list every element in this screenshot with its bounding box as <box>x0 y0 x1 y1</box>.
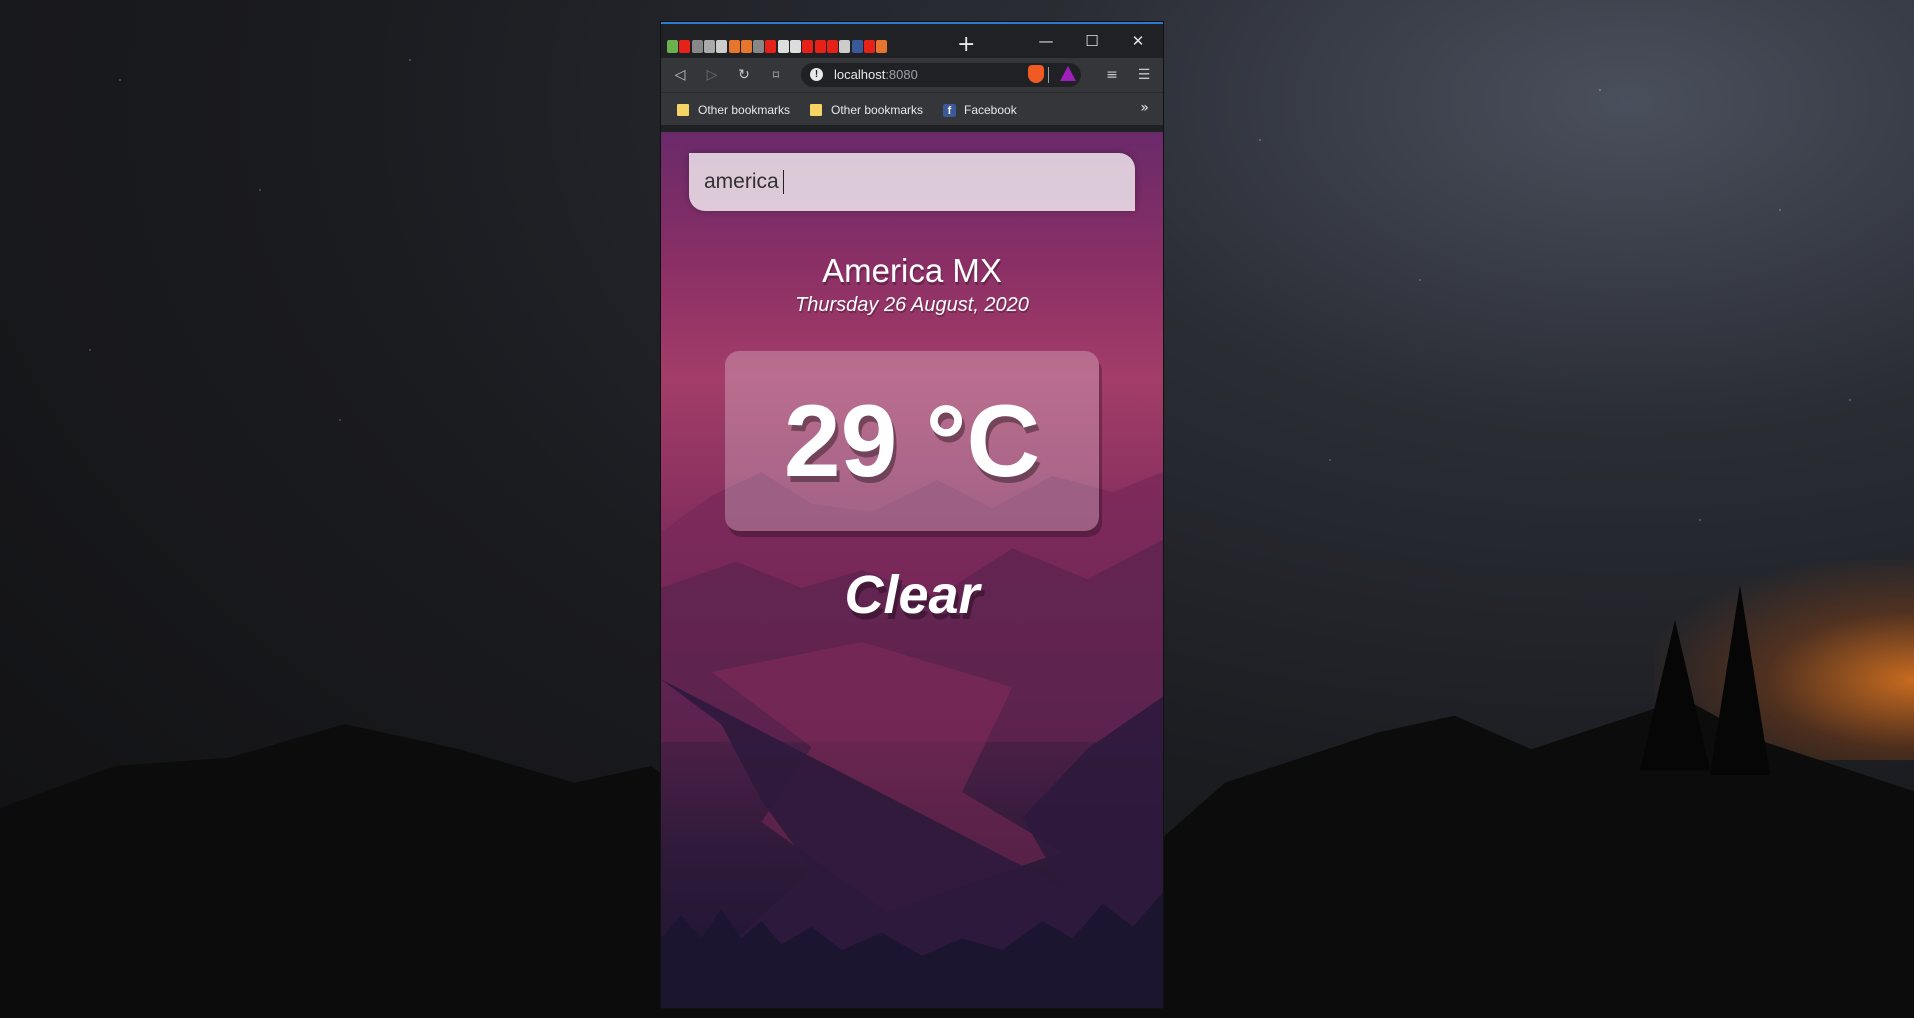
url-host: localhost <box>834 67 886 82</box>
reload-icon[interactable]: ↻ <box>733 64 755 86</box>
date-text: Thursday 26 August, 2020 <box>795 294 1029 316</box>
omnibox-divider <box>1048 67 1049 83</box>
location-title: America MX <box>822 252 1002 289</box>
tab-favicon-icon[interactable] <box>851 40 863 53</box>
bookmarks-overflow-button[interactable]: » <box>1140 100 1149 116</box>
new-tab-button[interactable]: + <box>957 34 975 56</box>
tab-favicon-icon[interactable] <box>691 40 703 53</box>
temperature-card: 29 °C <box>725 351 1099 531</box>
menu-icon[interactable]: ☰ <box>1133 64 1155 86</box>
browser-toolbar: ◁ ▷ ↻ ⌑ ! localhost:8080 ⊕ ≡ ☰ <box>661 58 1163 92</box>
tab-strip: + — ☐ ✕ <box>661 24 1163 58</box>
tab-favicon-icon[interactable] <box>802 40 814 53</box>
media-controls-icon[interactable]: ≡ <box>1101 64 1123 86</box>
tab-favicon-icon[interactable] <box>826 40 838 53</box>
forward-icon[interactable]: ▷ <box>701 64 723 86</box>
text-cursor <box>783 170 784 194</box>
url-text[interactable]: localhost:8080 <box>834 67 918 82</box>
tab-favicon-icon[interactable] <box>716 40 728 53</box>
tab-favicon-icon[interactable] <box>765 40 777 53</box>
tab-favicon-icon[interactable] <box>740 40 752 53</box>
tab-favicon-icon[interactable] <box>876 40 888 53</box>
folder-icon <box>810 104 822 116</box>
tab-favicon-icon[interactable] <box>863 40 875 53</box>
bookmark-label: Other bookmarks <box>698 103 791 117</box>
search-input[interactable] <box>689 153 1135 211</box>
tab-favicon-icon[interactable] <box>728 40 740 53</box>
brave-rewards-icon[interactable] <box>1060 66 1076 81</box>
bookmark-label: Facebook <box>964 103 1017 117</box>
browser-window: + — ☐ ✕ ◁ ▷ ↻ ⌑ ! localhost:8080 ⊕ ≡ ☰ O… <box>661 22 1163 1008</box>
bookmark-label: Other bookmarks <box>831 103 924 117</box>
tab-favicon-icon[interactable] <box>679 40 691 53</box>
bookmark-facebook[interactable]: f Facebook <box>943 101 1017 119</box>
bookmark-other-2[interactable]: Other bookmarks <box>810 101 923 119</box>
folder-icon <box>677 104 689 116</box>
url-port: :8080 <box>885 67 918 82</box>
site-info-icon[interactable]: ! <box>810 68 823 81</box>
temperature-value: 29 °C <box>783 384 1041 498</box>
back-icon[interactable]: ◁ <box>669 64 691 86</box>
tab-favicon-icon[interactable] <box>703 40 715 53</box>
tab-favicon-icon[interactable] <box>753 40 765 53</box>
weather-app: America MX Thursday 26 August, 2020 29 °… <box>661 132 1163 1008</box>
bookmarks-bar: Other bookmarks Other bookmarks f Facebo… <box>661 92 1163 125</box>
bookmark-icon[interactable]: ⌑ <box>765 64 787 86</box>
minimize-button[interactable]: — <box>1026 28 1066 54</box>
brave-shields-icon[interactable] <box>1028 65 1044 83</box>
tab-favicon-icon[interactable] <box>790 40 801 53</box>
maximize-button[interactable]: ☐ <box>1072 28 1112 54</box>
tab-favicon-icon[interactable] <box>667 40 678 53</box>
tab-favicon-icon[interactable] <box>839 40 851 53</box>
close-button[interactable]: ✕ <box>1118 28 1158 54</box>
weather-condition: Clear <box>844 565 980 625</box>
facebook-icon: f <box>943 103 956 117</box>
tab-favicon-icon[interactable] <box>814 40 826 53</box>
tab-favicon-icon[interactable] <box>777 40 789 53</box>
bookmark-other-1[interactable]: Other bookmarks <box>677 101 790 119</box>
